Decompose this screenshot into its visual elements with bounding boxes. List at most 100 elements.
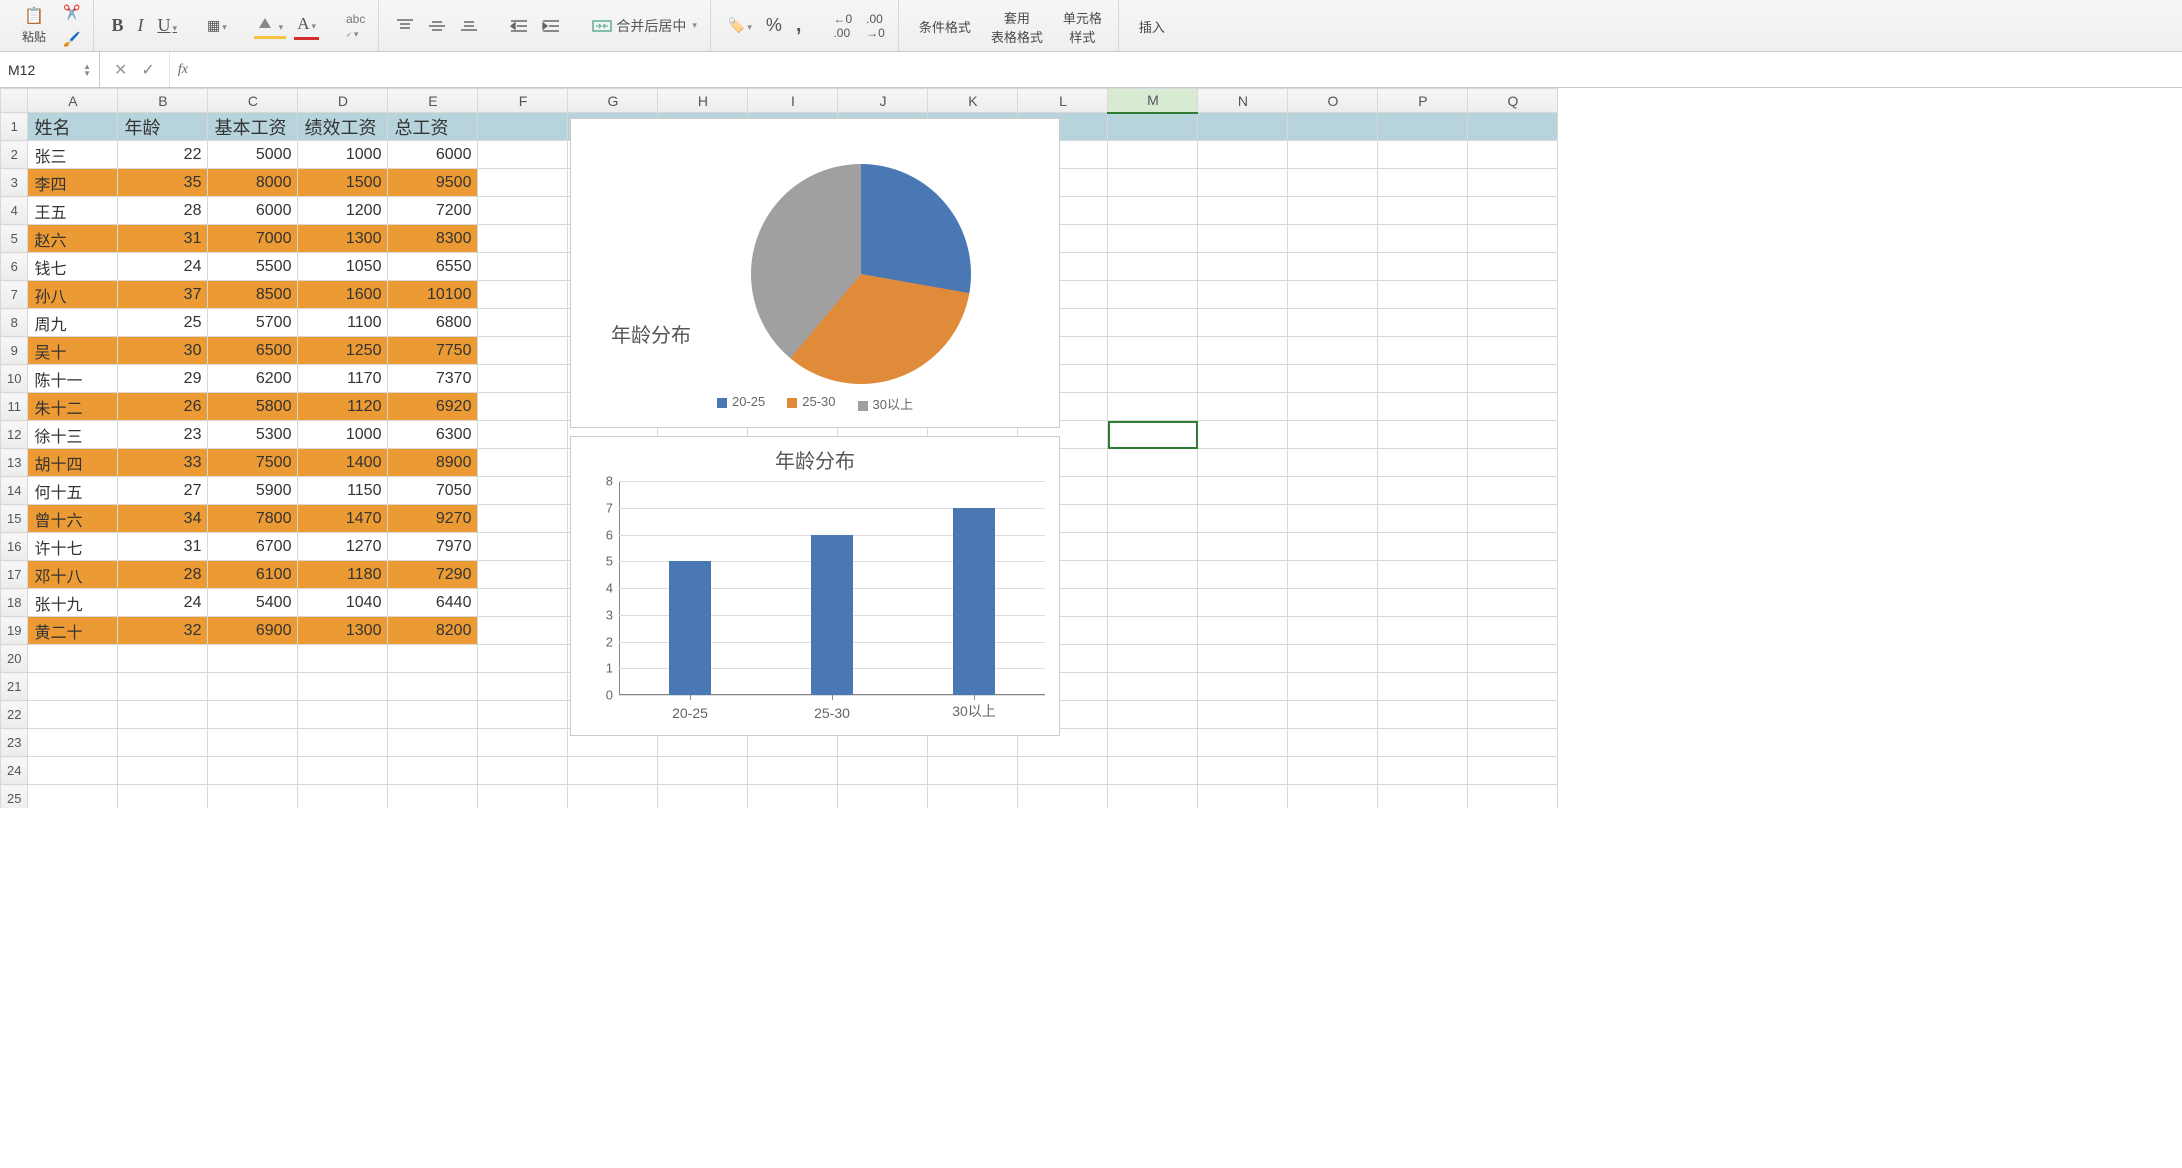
cell-F21[interactable] [478,673,568,701]
cell-P12[interactable] [1378,421,1468,449]
cell-M16[interactable] [1108,533,1198,561]
cell-C1[interactable]: 基本工资 [208,113,298,141]
cell-Q5[interactable] [1468,225,1558,253]
italic-button[interactable]: I [134,12,146,39]
cell-P16[interactable] [1378,533,1468,561]
cell-B4[interactable]: 28 [118,197,208,225]
cell-O2[interactable] [1288,141,1378,169]
cell-A21[interactable] [28,673,118,701]
cell-N10[interactable] [1198,365,1288,393]
cut-icon[interactable]: ✂️ [60,1,83,24]
cell-M3[interactable] [1108,169,1198,197]
cell-A5[interactable]: 赵六 [28,225,118,253]
border-button[interactable]: ▦ [204,14,230,37]
cell-F5[interactable] [478,225,568,253]
cell-P22[interactable] [1378,701,1468,729]
cell-Q3[interactable] [1468,169,1558,197]
cell-P1[interactable] [1378,113,1468,141]
cell-D8[interactable]: 1100 [298,309,388,337]
cell-F18[interactable] [478,589,568,617]
cell-J24[interactable] [838,757,928,785]
cell-F20[interactable] [478,645,568,673]
cell-L24[interactable] [1018,757,1108,785]
cell-styles-button[interactable]: 单元格 样式 [1057,4,1108,48]
cell-D4[interactable]: 1200 [298,197,388,225]
cell-M10[interactable] [1108,365,1198,393]
row-header-20[interactable]: 20 [1,645,28,673]
col-header-K[interactable]: K [928,89,1018,113]
paste-button[interactable]: 📋 粘贴 [16,4,52,47]
cell-E13[interactable]: 8900 [388,449,478,477]
cell-Q14[interactable] [1468,477,1558,505]
row-header-14[interactable]: 14 [1,477,28,505]
cell-B22[interactable] [118,701,208,729]
cell-C10[interactable]: 6200 [208,365,298,393]
cell-M22[interactable] [1108,701,1198,729]
cell-C13[interactable]: 7500 [208,449,298,477]
cell-O16[interactable] [1288,533,1378,561]
cell-B9[interactable]: 30 [118,337,208,365]
cell-P9[interactable] [1378,337,1468,365]
align-bottom-button[interactable] [457,15,481,37]
cell-N25[interactable] [1198,785,1288,809]
col-header-G[interactable]: G [568,89,658,113]
cell-E17[interactable]: 7290 [388,561,478,589]
cell-Q10[interactable] [1468,365,1558,393]
cell-N15[interactable] [1198,505,1288,533]
cell-O5[interactable] [1288,225,1378,253]
cell-N17[interactable] [1198,561,1288,589]
row-header-25[interactable]: 25 [1,785,28,809]
bar-chart[interactable]: 年龄分布 01234567820-2525-3030以上 [570,436,1060,736]
cell-E22[interactable] [388,701,478,729]
cell-B15[interactable]: 34 [118,505,208,533]
cell-O22[interactable] [1288,701,1378,729]
cell-B5[interactable]: 31 [118,225,208,253]
cell-C11[interactable]: 5800 [208,393,298,421]
cell-F7[interactable] [478,281,568,309]
cell-F2[interactable] [478,141,568,169]
cell-C7[interactable]: 8500 [208,281,298,309]
number-format-icon[interactable]: 🏷️ [725,14,755,37]
cell-I25[interactable] [748,785,838,809]
cell-B14[interactable]: 27 [118,477,208,505]
cell-D16[interactable]: 1270 [298,533,388,561]
cell-F4[interactable] [478,197,568,225]
cell-A14[interactable]: 何十五 [28,477,118,505]
cell-D23[interactable] [298,729,388,757]
cell-L25[interactable] [1018,785,1108,809]
cell-B25[interactable] [118,785,208,809]
cell-J25[interactable] [838,785,928,809]
cell-C3[interactable]: 8000 [208,169,298,197]
cell-B21[interactable] [118,673,208,701]
increase-decimal-button[interactable]: ←0.00 [830,9,855,43]
cell-O23[interactable] [1288,729,1378,757]
cell-O3[interactable] [1288,169,1378,197]
cell-B1[interactable]: 年龄 [118,113,208,141]
cell-N7[interactable] [1198,281,1288,309]
cell-F23[interactable] [478,729,568,757]
cell-P10[interactable] [1378,365,1468,393]
cell-O10[interactable] [1288,365,1378,393]
fx-label[interactable]: fx [170,52,196,87]
cell-E3[interactable]: 9500 [388,169,478,197]
cell-D20[interactable] [298,645,388,673]
cell-O1[interactable] [1288,113,1378,141]
col-header-O[interactable]: O [1288,89,1378,113]
row-header-19[interactable]: 19 [1,617,28,645]
cell-Q6[interactable] [1468,253,1558,281]
cell-N22[interactable] [1198,701,1288,729]
cell-F25[interactable] [478,785,568,809]
cell-O20[interactable] [1288,645,1378,673]
cell-F8[interactable] [478,309,568,337]
cell-C15[interactable]: 7800 [208,505,298,533]
cell-A11[interactable]: 朱十二 [28,393,118,421]
cell-B24[interactable] [118,757,208,785]
cell-N3[interactable] [1198,169,1288,197]
cell-O6[interactable] [1288,253,1378,281]
cell-D7[interactable]: 1600 [298,281,388,309]
cell-M5[interactable] [1108,225,1198,253]
cell-O12[interactable] [1288,421,1378,449]
cell-O18[interactable] [1288,589,1378,617]
cell-P19[interactable] [1378,617,1468,645]
cell-E12[interactable]: 6300 [388,421,478,449]
